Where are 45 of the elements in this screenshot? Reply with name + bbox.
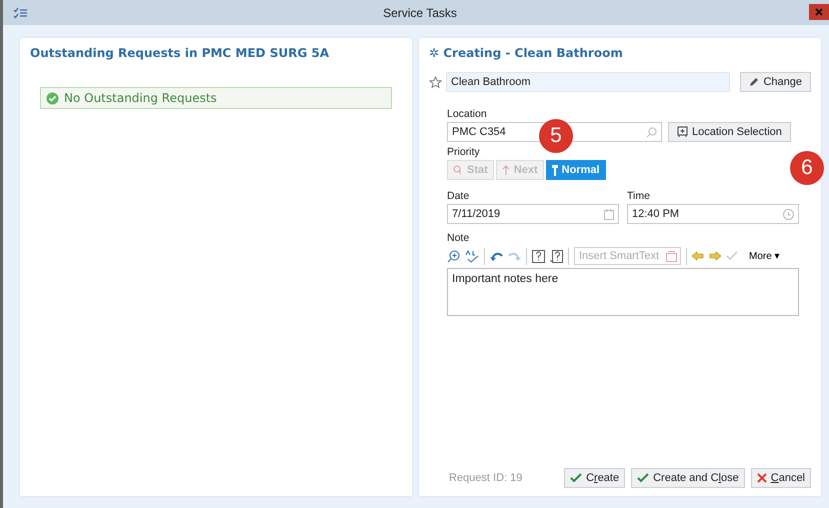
- left-arrow-icon[interactable]: [692, 251, 704, 261]
- message-text: No Outstanding Requests: [64, 91, 217, 105]
- check-icon: [570, 473, 582, 483]
- search-icon: [646, 126, 657, 138]
- help-box-icon[interactable]: [532, 250, 545, 262]
- field-label: Time: [627, 190, 651, 202]
- star-icon[interactable]: [429, 76, 442, 88]
- create-button[interactable]: Create: [564, 468, 626, 488]
- clock-icon: [783, 208, 794, 220]
- check-icon: [637, 473, 650, 483]
- window-title: Service Tasks: [382, 6, 458, 20]
- change-button[interactable]: Change: [740, 72, 811, 92]
- panel-title: Outstanding Requests in PMC MED SURG 5A: [30, 46, 330, 60]
- create-button[interactable]: Create and Close: [631, 468, 745, 488]
- calendar-icon: [604, 208, 614, 220]
- help-box-icon[interactable]: [550, 250, 563, 262]
- stat-icon: [453, 165, 463, 175]
- right-arrow-icon[interactable]: [709, 251, 721, 261]
- check-circle-icon: [46, 92, 59, 104]
- normal-icon: [552, 164, 558, 176]
- more-menu[interactable]: More ▾: [743, 250, 780, 262]
- cross-icon: [756, 473, 767, 483]
- request-id: Request ID: 19: [449, 472, 522, 484]
- window-icon: [666, 250, 677, 262]
- pencil-icon: [749, 77, 760, 87]
- field-label: Date: [447, 190, 470, 202]
- field-label: Location: [447, 108, 488, 120]
- close-button[interactable]: [809, 4, 829, 20]
- undo-icon[interactable]: [490, 250, 503, 262]
- check-icon[interactable]: [726, 251, 738, 261]
- up-arrow-icon: [502, 165, 510, 175]
- location-icon: [677, 126, 688, 138]
- task-field[interactable]: Clean Bathroom: [446, 72, 730, 92]
- cancel-button[interactable]: Cancel: [750, 468, 811, 488]
- smarttext-field[interactable]: Insert SmartText: [574, 247, 681, 265]
- time-field[interactable]: 12:40 PM: [627, 204, 799, 224]
- location-selection-button[interactable]: Location Selection: [668, 122, 791, 142]
- spellcheck-icon[interactable]: [465, 250, 479, 262]
- zoom-in-icon[interactable]: [447, 250, 460, 262]
- field-label: Priority: [447, 146, 481, 158]
- panel-title: ✲ Creating - Clean Bathroom: [429, 46, 624, 60]
- date-field[interactable]: 7/11/2019: [447, 204, 619, 224]
- checklist-icon: [13, 6, 27, 18]
- note-field[interactable]: Important notes here: [447, 268, 799, 316]
- field-label: Note: [447, 232, 470, 244]
